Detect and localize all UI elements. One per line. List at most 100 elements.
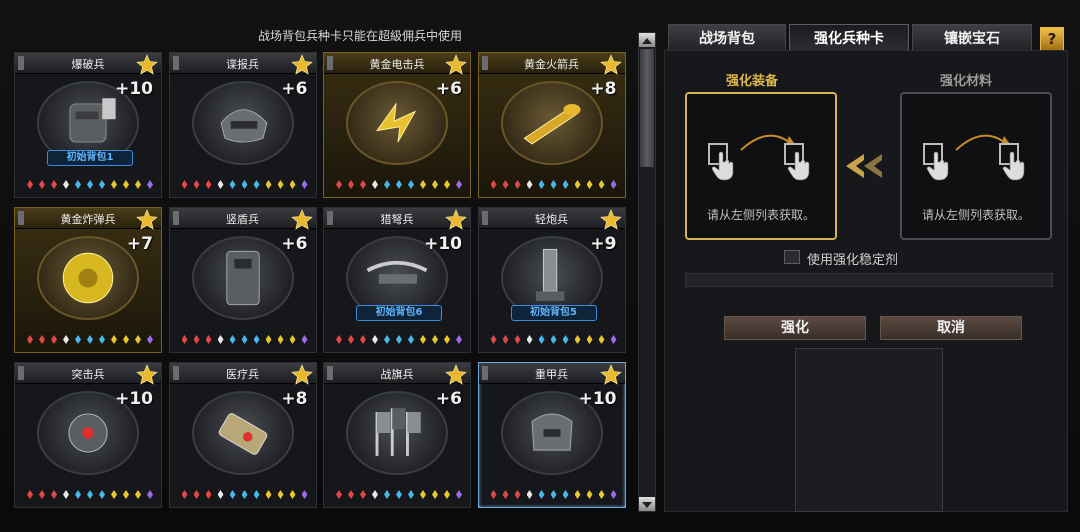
gem-slot xyxy=(336,180,342,189)
gem-slot xyxy=(490,490,497,499)
star-icon xyxy=(599,364,622,385)
star-icon xyxy=(599,209,622,230)
gem-slot xyxy=(336,490,342,499)
hand-pointer-icon xyxy=(999,143,1025,181)
unit-card[interactable]: 黄金电击兵 +6 xyxy=(323,52,471,198)
star-icon xyxy=(445,209,467,230)
gem-slot xyxy=(301,490,308,499)
gem-slot xyxy=(348,335,354,344)
material-slot[interactable]: 请从左侧列表获取。 xyxy=(900,92,1052,240)
unit-card[interactable]: 轻炮兵 +9 初始背包5 xyxy=(477,207,626,353)
gem-slot xyxy=(229,335,236,344)
unit-card[interactable]: 战旗兵 +6 xyxy=(323,362,471,508)
star-icon xyxy=(445,364,467,385)
gem-slot xyxy=(39,180,45,189)
unit-card[interactable]: 谍报兵 +6 xyxy=(168,52,317,198)
gem-slot xyxy=(502,490,509,499)
gem-slot xyxy=(372,490,378,499)
gem-slot xyxy=(598,490,605,499)
gem-slot xyxy=(99,180,105,189)
gem-slot xyxy=(75,490,81,499)
help-button[interactable]: ? xyxy=(1040,27,1064,51)
gem-slot xyxy=(348,180,354,189)
gem-slot xyxy=(123,490,129,499)
stabilizer-checkbox[interactable] xyxy=(784,250,800,264)
gem-slot xyxy=(277,490,284,499)
star-icon xyxy=(136,364,158,385)
helmet-icon xyxy=(220,109,267,143)
gem-slot xyxy=(135,490,141,499)
bomb-icon xyxy=(62,252,114,304)
star-icon xyxy=(136,209,158,230)
gem-slot xyxy=(253,335,260,344)
gem-slot xyxy=(241,490,248,499)
game-ui: 战场背包兵种卡只能在超級佣兵中使用 爆破兵 +10 初始背包1 谍报兵 +6 黄金电击兵 +… xyxy=(0,0,1080,532)
gem-slot xyxy=(147,335,153,344)
unit-card[interactable]: 医疗兵 +8 xyxy=(168,362,317,508)
gem-slot xyxy=(63,490,69,499)
gem-row xyxy=(336,180,462,190)
gem-slot xyxy=(372,180,378,189)
scroll-down-button[interactable] xyxy=(639,497,655,511)
gem-slot xyxy=(87,335,93,344)
starter-pack-badge: 初始背包5 xyxy=(510,305,597,321)
preview-box xyxy=(795,348,943,512)
gem-slot xyxy=(63,335,69,344)
rocket-launcher-icon xyxy=(523,103,581,145)
gem-slot xyxy=(538,180,545,189)
gem-slot xyxy=(39,490,45,499)
gem-slot xyxy=(562,335,569,344)
gem-slot xyxy=(27,490,33,499)
card-emblem xyxy=(500,81,603,165)
gem-slot xyxy=(526,180,533,189)
medkit-icon xyxy=(218,413,267,455)
gem-slot xyxy=(514,335,521,344)
gem-row xyxy=(490,490,617,500)
gem-slot xyxy=(289,180,296,189)
card-emblem xyxy=(191,81,294,165)
gem-slot xyxy=(241,335,248,344)
gem-slot xyxy=(384,180,390,189)
gem-slot xyxy=(502,180,509,189)
unit-card[interactable]: 突击兵 +10 xyxy=(14,362,162,508)
scroll-up-button[interactable] xyxy=(639,33,655,47)
equipment-slot[interactable]: 请从左侧列表获取。 xyxy=(685,92,837,240)
card-list-scrollbar[interactable] xyxy=(638,32,656,512)
gem-slot xyxy=(538,335,545,344)
gem-slot xyxy=(490,335,497,344)
gem-slot xyxy=(396,180,402,189)
equipment-label: 强化装备 xyxy=(726,74,779,89)
unit-card[interactable]: 竖盾兵 +6 xyxy=(168,207,317,353)
unit-card[interactable]: 猎弩兵 +10 初始背包6 xyxy=(323,207,471,353)
enhance-progress-bar xyxy=(685,273,1053,287)
scroll-thumb[interactable] xyxy=(640,49,654,167)
unit-card[interactable]: 重甲兵 +10 xyxy=(477,362,626,508)
cancel-button[interactable]: 取消 xyxy=(880,316,1022,340)
enhance-button[interactable]: 强化 xyxy=(724,316,866,340)
gem-slot xyxy=(265,335,272,344)
gem-slot xyxy=(51,335,57,344)
card-level: +6 xyxy=(435,79,462,99)
gem-slot xyxy=(360,490,366,499)
gem-slot xyxy=(384,335,390,344)
gem-slot xyxy=(538,490,545,499)
gem-slot xyxy=(432,180,438,189)
unit-card[interactable]: 黄金火箭兵 +8 xyxy=(477,52,626,198)
gem-row xyxy=(27,490,153,500)
gem-row xyxy=(181,490,308,500)
card-emblem xyxy=(346,391,448,475)
gem-slot xyxy=(574,180,581,189)
card-emblem xyxy=(346,81,448,165)
card-level: +7 xyxy=(126,234,153,254)
unit-card[interactable]: 爆破兵 +10 初始背包1 xyxy=(14,52,162,198)
material-label: 强化材料 xyxy=(940,74,993,89)
gem-slot xyxy=(135,335,141,344)
unit-card[interactable]: 黄金炸弹兵 +7 xyxy=(14,207,162,353)
gem-slot xyxy=(408,335,414,344)
card-level: +9 xyxy=(590,234,617,254)
gem-slot xyxy=(550,335,557,344)
gem-slot xyxy=(193,490,200,499)
gem-slot xyxy=(193,335,200,344)
gem-slot xyxy=(123,335,129,344)
gem-slot xyxy=(147,490,153,499)
